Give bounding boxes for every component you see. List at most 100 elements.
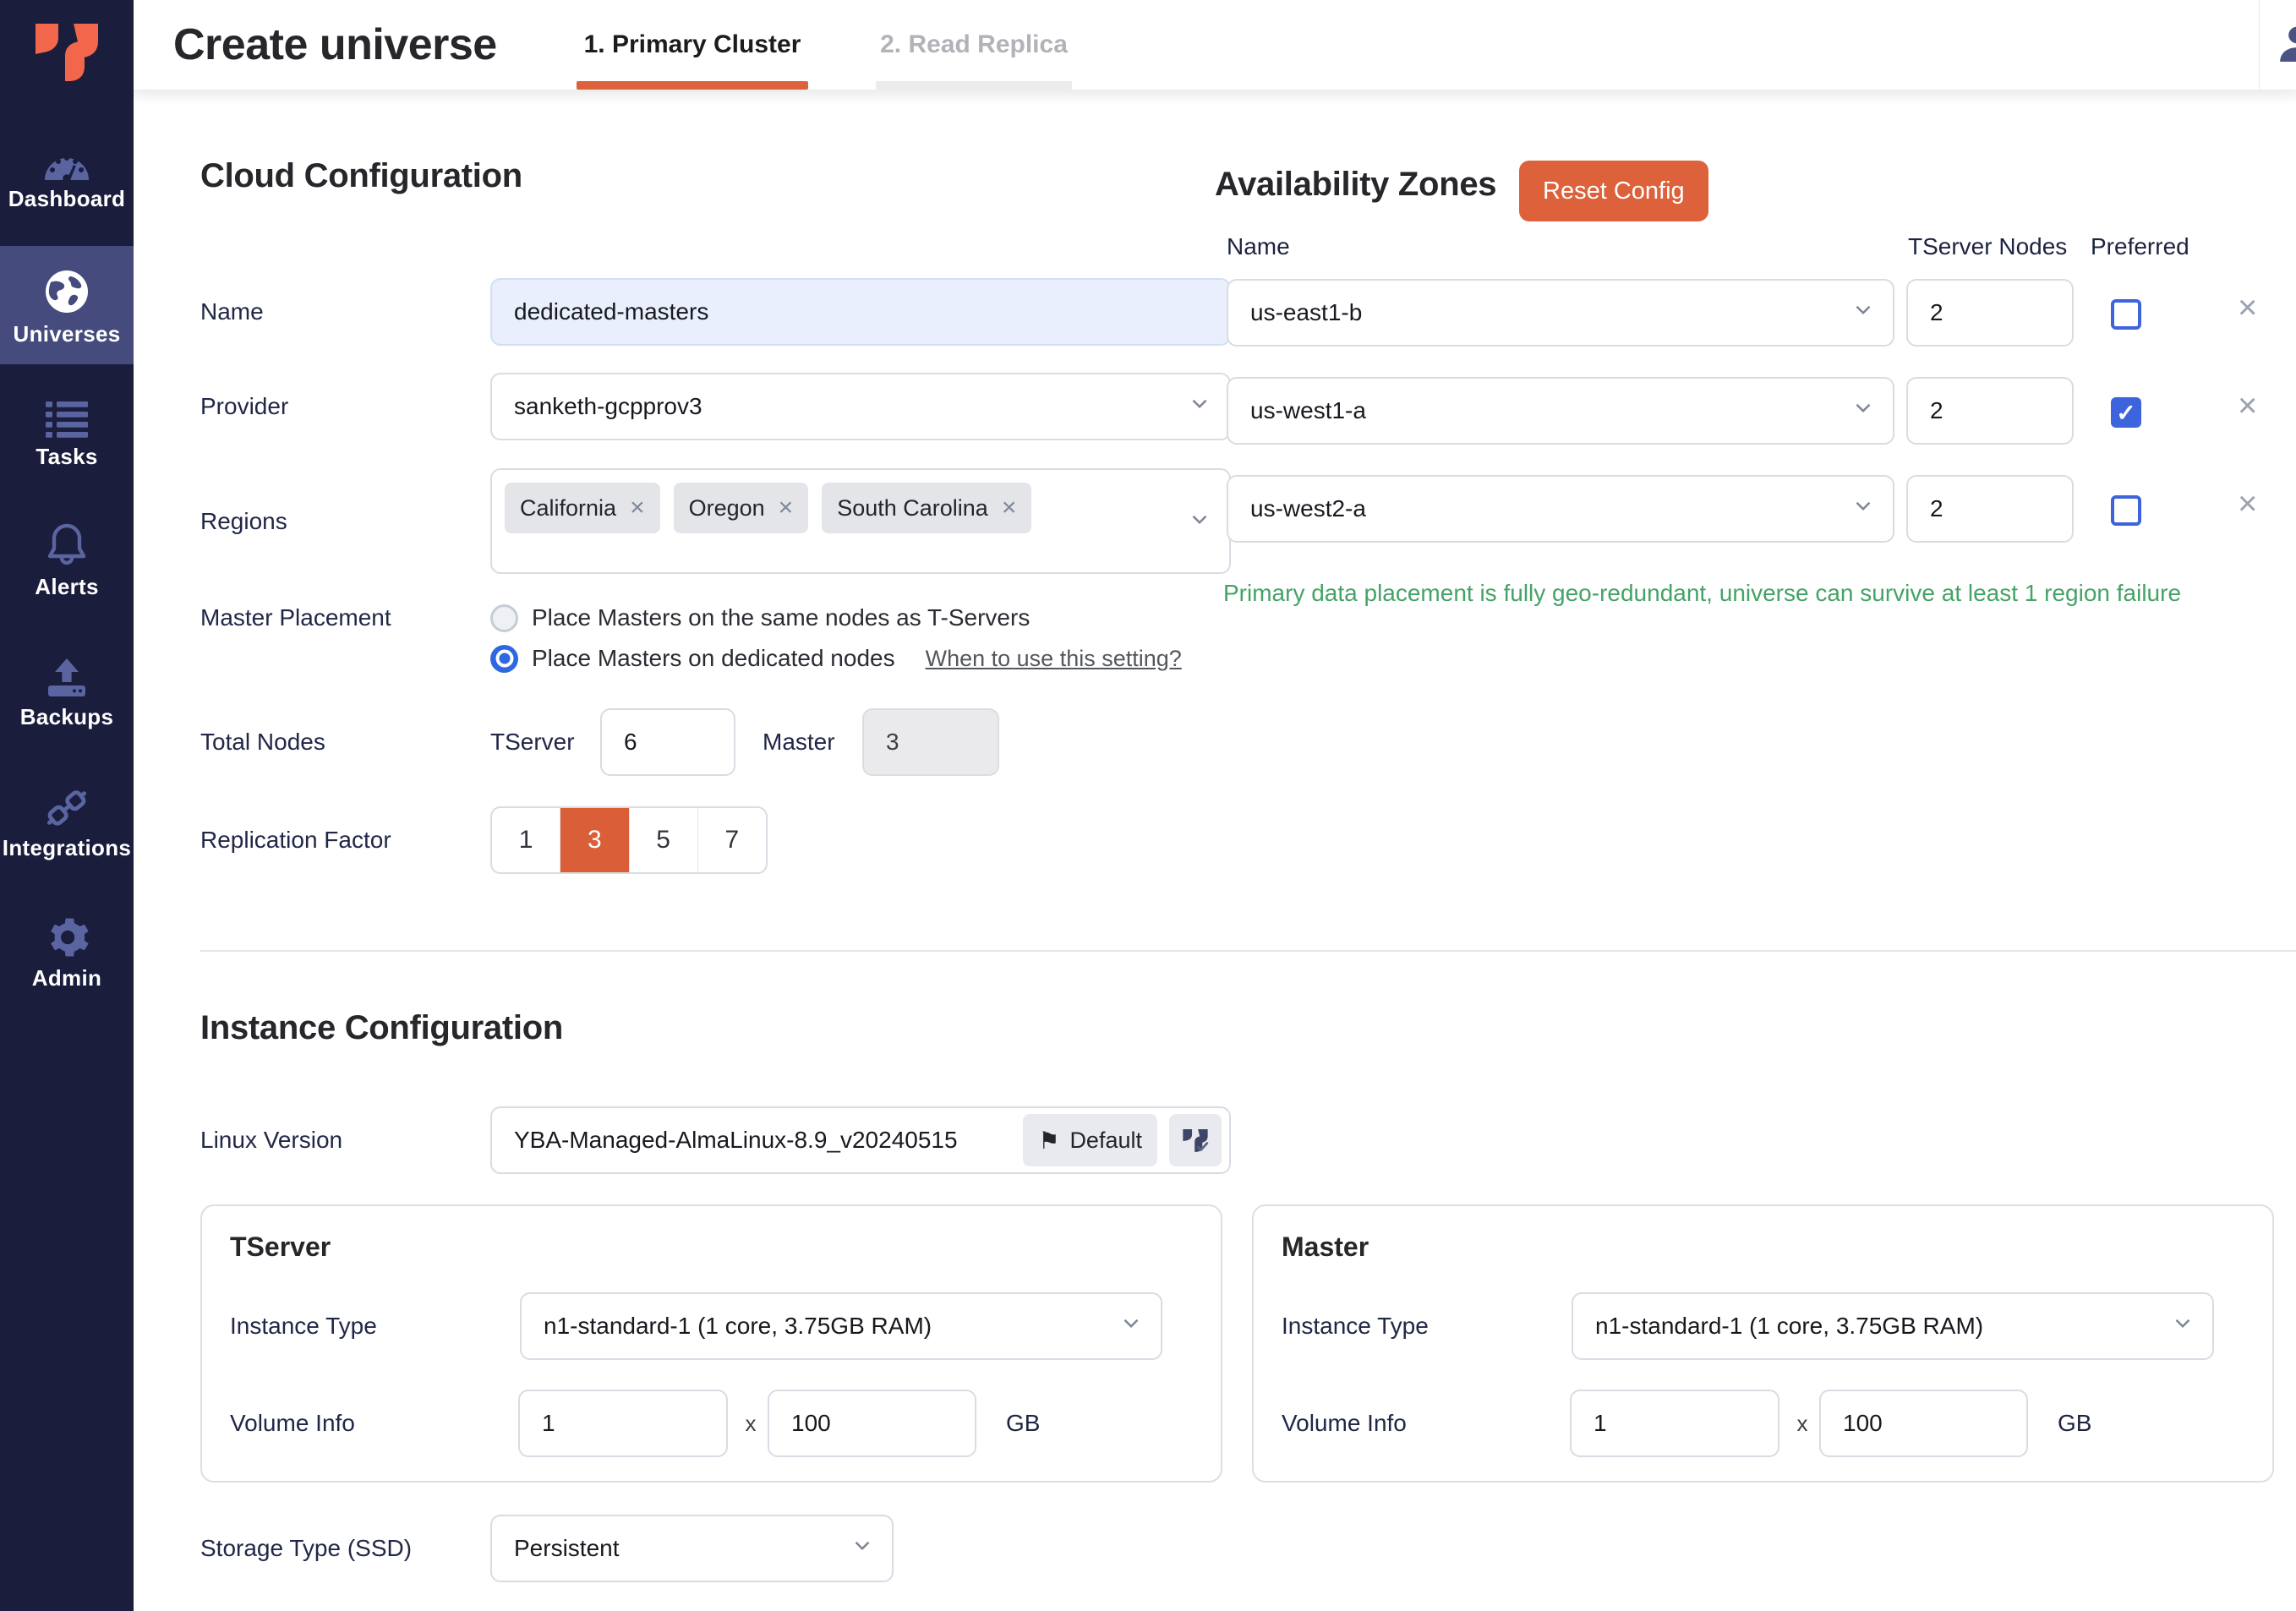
- az-row: us-east1-b 2 ×: [1227, 279, 2275, 353]
- tab-primary-cluster[interactable]: 1. Primary Cluster: [577, 0, 808, 90]
- flag-icon: ⚑: [1038, 1127, 1059, 1155]
- az-row: us-west1-a 2 ✓ ×: [1227, 377, 2275, 451]
- linux-version-select[interactable]: YBA-Managed-AlmaLinux-8.9_v20240515 ⚑ De…: [490, 1106, 1231, 1174]
- sidebar-item-integrations[interactable]: Integrations: [0, 767, 134, 871]
- master-placement-row: Master Placement Place Masters on the sa…: [200, 598, 1384, 679]
- master-volume-size-input[interactable]: 100: [1819, 1390, 2028, 1457]
- region-chip: Oregon ×: [674, 483, 809, 533]
- radio-selected-icon[interactable]: [490, 645, 518, 673]
- master-card: Master Instance Type n1-standard-1 (1 co…: [1252, 1204, 2274, 1483]
- remove-az-icon[interactable]: ×: [2238, 389, 2257, 423]
- remove-az-icon[interactable]: ×: [2238, 291, 2257, 325]
- preferred-checkbox-unchecked[interactable]: [2111, 299, 2141, 330]
- section-divider: [200, 950, 2296, 952]
- tserver-card: TServer Instance Type n1-standard-1 (1 c…: [200, 1204, 1222, 1483]
- volume-multiplier: x: [741, 1390, 761, 1457]
- region-chip: South Carolina ×: [822, 483, 1031, 533]
- chevron-down-icon: [1187, 507, 1212, 538]
- name-label: Name: [200, 298, 490, 325]
- page-title: Create universe: [173, 19, 497, 70]
- az-nodes-input[interactable]: 2: [1906, 279, 2074, 347]
- az-zone-select[interactable]: us-west1-a: [1227, 377, 1894, 445]
- chevron-down-icon: [1187, 391, 1212, 423]
- tab-read-replica[interactable]: 2. Read Replica: [876, 0, 1072, 90]
- volume-info-label: Volume Info: [230, 1390, 355, 1457]
- name-row: Name dedicated-masters: [200, 278, 1231, 346]
- dashboard-gauge-icon: [42, 128, 91, 181]
- chevron-down-icon: [2170, 1311, 2195, 1342]
- region-chip: California ×: [505, 483, 660, 533]
- chevron-down-icon: [1850, 494, 1876, 525]
- preferred-checkbox-checked[interactable]: ✓: [2111, 397, 2141, 428]
- az-zone-select[interactable]: us-east1-b: [1227, 279, 1894, 347]
- storage-type-select[interactable]: Persistent: [490, 1515, 894, 1582]
- chevron-down-icon: [1118, 1311, 1144, 1342]
- remove-region-icon[interactable]: ×: [1002, 495, 1017, 521]
- master-card-heading: Master: [1282, 1231, 1369, 1263]
- instance-type-value: n1-standard-1 (1 core, 3.75GB RAM): [544, 1313, 932, 1340]
- sidebar-item-dashboard[interactable]: Dashboard: [0, 118, 134, 221]
- storage-type-label: Storage Type (SSD): [200, 1535, 490, 1562]
- sidebar-item-tasks[interactable]: Tasks: [0, 376, 134, 479]
- sidebar-item-backups[interactable]: Backups: [0, 636, 134, 740]
- sidebar-item-universes[interactable]: Universes: [0, 246, 134, 364]
- remove-az-icon[interactable]: ×: [2238, 487, 2257, 521]
- yb-verified-icon: [1169, 1114, 1222, 1166]
- sidebar-item-label: Admin: [32, 965, 101, 991]
- task-list-icon: [44, 386, 90, 439]
- sidebar-item-alerts[interactable]: Alerts: [0, 506, 134, 609]
- create-universe-page: Dashboard Universes: [0, 0, 2296, 1611]
- reset-config-button[interactable]: Reset Config: [1519, 161, 1708, 221]
- az-zone-select[interactable]: us-west2-a: [1227, 475, 1894, 543]
- regions-multiselect[interactable]: California × Oregon × South Carolina ×: [490, 468, 1231, 574]
- sidebar-item-label: Tasks: [36, 444, 97, 470]
- tserver-volume-size-input[interactable]: 100: [768, 1390, 976, 1457]
- bell-icon: [45, 516, 89, 569]
- placement-option-dedicated-nodes[interactable]: Place Masters on dedicated nodes When to…: [490, 638, 1384, 679]
- rf-option-1[interactable]: 1: [492, 808, 560, 872]
- az-nodes-input[interactable]: 2: [1906, 377, 2074, 445]
- availability-zones-heading: Availability Zones: [1215, 166, 1496, 204]
- master-count-input: 3: [862, 708, 999, 776]
- provider-select[interactable]: sanketh-gcpprov3: [490, 373, 1231, 440]
- radio-unselected-icon[interactable]: [490, 604, 518, 632]
- page-header: Create universe 1. Primary Cluster 2. Re…: [134, 0, 2296, 90]
- sidebar-item-admin[interactable]: Admin: [0, 898, 134, 1001]
- az-nodes-input[interactable]: 2: [1906, 475, 2074, 543]
- volume-multiplier: x: [1792, 1390, 1812, 1457]
- replication-factor-group: 1 3 5 7: [490, 806, 768, 874]
- rf-option-5[interactable]: 5: [630, 808, 698, 872]
- instance-type-label: Instance Type: [230, 1292, 377, 1360]
- rf-option-7[interactable]: 7: [698, 808, 766, 872]
- instance-configuration-heading: Instance Configuration: [200, 1009, 563, 1047]
- master-instance-type-select[interactable]: n1-standard-1 (1 core, 3.75GB RAM): [1572, 1292, 2214, 1360]
- master-volume-count-input[interactable]: 1: [1570, 1390, 1779, 1457]
- chevron-down-icon: [1850, 298, 1876, 329]
- plug-icon: [42, 778, 91, 830]
- volume-unit-label: GB: [1006, 1390, 1040, 1457]
- sidebar-item-label: Alerts: [35, 574, 99, 600]
- yugabyte-logo-icon[interactable]: [0, 19, 134, 85]
- remove-region-icon[interactable]: ×: [779, 495, 794, 521]
- master-count-label: Master: [763, 729, 862, 756]
- region-chip-label: Oregon: [689, 495, 765, 522]
- az-column-name: Name: [1227, 233, 1290, 260]
- preferred-checkbox-unchecked[interactable]: [2111, 495, 2141, 526]
- placement-option-label: Place Masters on dedicated nodes: [532, 645, 895, 672]
- tserver-volume-count-input[interactable]: 1: [518, 1390, 728, 1457]
- universe-name-input[interactable]: dedicated-masters: [490, 278, 1231, 346]
- remove-region-icon[interactable]: ×: [630, 495, 645, 521]
- volume-info-label: Volume Info: [1282, 1390, 1407, 1457]
- when-to-use-link[interactable]: When to use this setting?: [926, 646, 1182, 672]
- volume-unit-label: GB: [2058, 1390, 2091, 1457]
- tserver-count-label: TServer: [490, 729, 600, 756]
- region-chip-label: South Carolina: [837, 495, 988, 522]
- az-zone-value: us-west1-a: [1250, 397, 1366, 424]
- tserver-count-input[interactable]: 6: [600, 708, 735, 776]
- storage-type-row: Storage Type (SSD) Persistent: [200, 1515, 961, 1582]
- tserver-instance-type-select[interactable]: n1-standard-1 (1 core, 3.75GB RAM): [520, 1292, 1162, 1360]
- regions-row: Regions California × Oregon × South Caro…: [200, 468, 1231, 574]
- provider-value: sanketh-gcpprov3: [514, 393, 702, 420]
- rf-option-3[interactable]: 3: [560, 808, 629, 872]
- user-avatar-icon[interactable]: [2273, 20, 2296, 68]
